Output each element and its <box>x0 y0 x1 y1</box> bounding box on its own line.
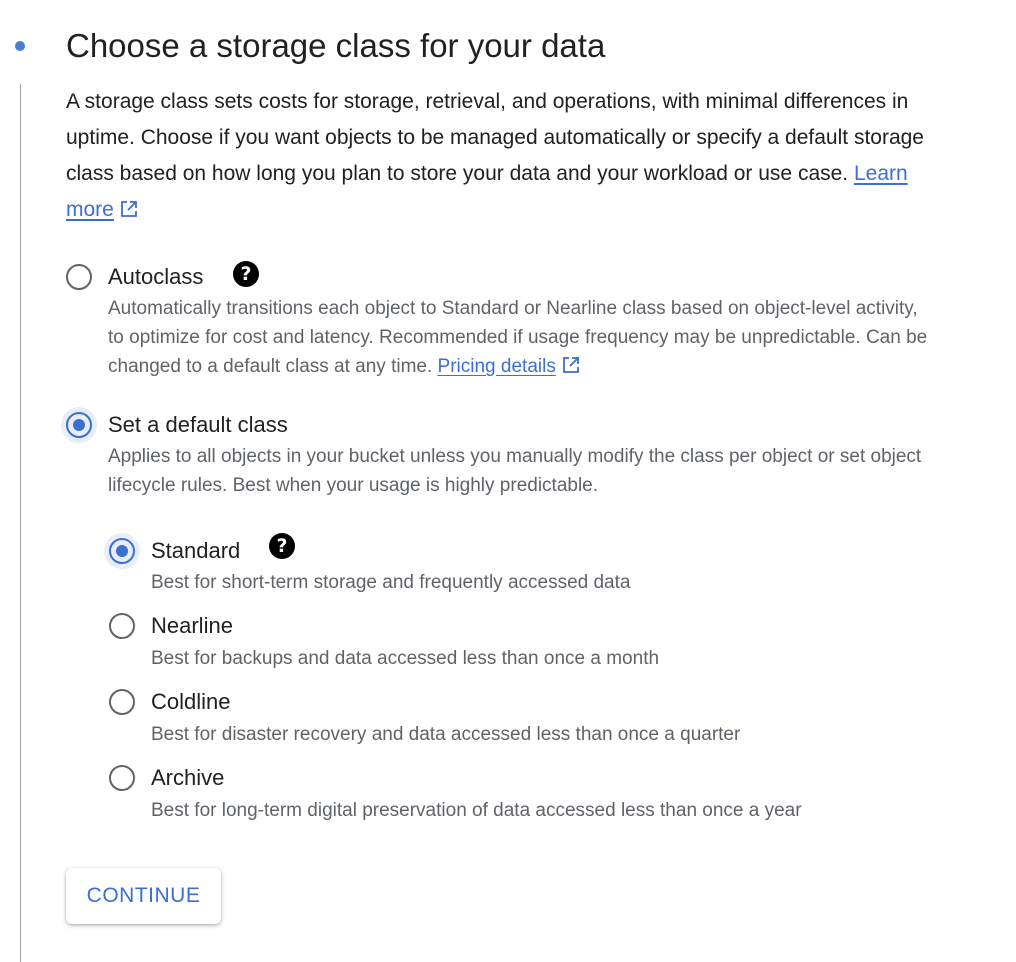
pricing-details-label: Pricing details <box>437 356 556 377</box>
standard-help-icon[interactable]: ? <box>269 533 295 559</box>
pricing-details-link[interactable]: Pricing details <box>438 356 580 377</box>
standard-label: Standard <box>151 538 241 563</box>
standard-radio[interactable] <box>104 533 140 569</box>
nearline-description: Best for backups and data accessed less … <box>151 648 660 669</box>
autoclass-label: Autoclass <box>108 264 204 289</box>
standard-description: Best for short-term storage and frequent… <box>151 572 631 593</box>
coldline-label: Coldline <box>151 689 231 714</box>
step-connector-line <box>20 84 21 962</box>
step-indicator-dot <box>15 41 25 51</box>
intro-text: A storage class sets costs for storage, … <box>66 90 924 185</box>
coldline-description: Best for disaster recovery and data acce… <box>151 724 741 745</box>
external-link-icon <box>562 357 579 373</box>
autoclass-description: Automatically transitions each object to… <box>108 294 938 381</box>
nearline-label: Nearline <box>151 613 233 638</box>
archive-radio[interactable] <box>109 765 135 791</box>
default-class-label: Set a default class <box>108 412 288 437</box>
archive-label: Archive <box>151 765 225 790</box>
archive-description: Best for long-term digital preservation … <box>151 800 802 821</box>
external-link-icon <box>120 201 137 217</box>
coldline-radio[interactable] <box>109 689 135 715</box>
autoclass-help-icon[interactable]: ? <box>233 261 259 287</box>
default-class-description: Applies to all objects in your bucket un… <box>108 446 922 496</box>
default-class-radio[interactable] <box>61 407 97 443</box>
section-title: Choose a storage class for your data <box>66 27 606 64</box>
autoclass-radio[interactable] <box>66 264 92 290</box>
nearline-radio[interactable] <box>109 613 135 639</box>
continue-button[interactable]: CONTINUE <box>66 868 221 924</box>
section-intro: A storage class sets costs for storage, … <box>66 84 926 228</box>
